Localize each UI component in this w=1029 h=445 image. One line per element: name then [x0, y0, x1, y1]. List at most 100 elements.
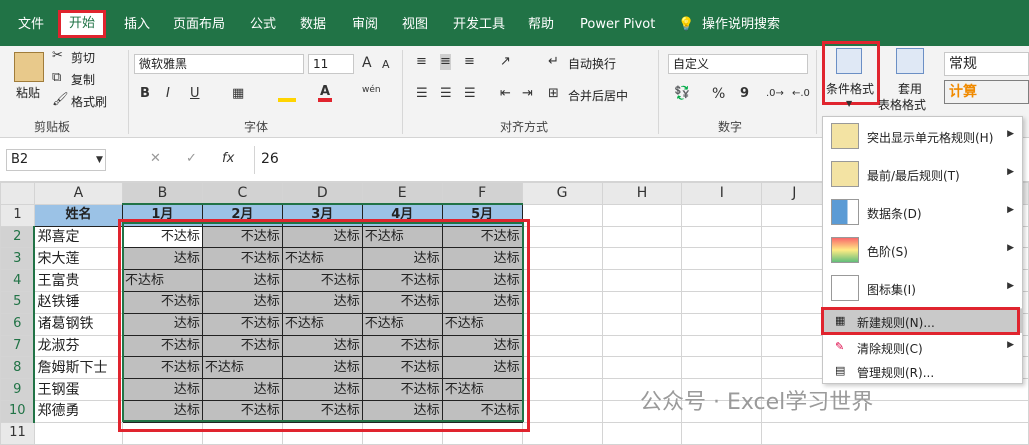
column-header-i[interactable]: I — [681, 182, 763, 205]
column-header-f[interactable]: F — [441, 182, 523, 206]
value-cell[interactable]: 达标 — [281, 334, 363, 358]
bold-button[interactable]: B — [140, 86, 150, 102]
value-cell[interactable]: 不达标 — [441, 225, 523, 249]
tab-data[interactable]: 数据 — [300, 16, 326, 34]
value-cell[interactable]: 达标 — [201, 269, 283, 292]
format-painter-button[interactable]: 格式刷 — [71, 93, 107, 110]
value-cell[interactable]: 不达标 — [201, 225, 283, 249]
value-cell[interactable]: 达标 — [121, 378, 203, 401]
cell[interactable] — [681, 290, 763, 314]
cell[interactable] — [361, 421, 443, 445]
cell[interactable] — [681, 247, 763, 271]
value-cell[interactable]: 达标 — [201, 378, 283, 401]
cell[interactable] — [681, 225, 763, 249]
name-cell[interactable]: 王钢蛋 — [33, 378, 123, 401]
row-header[interactable]: 7 — [0, 334, 36, 358]
row-header[interactable]: 8 — [0, 356, 36, 380]
cell[interactable] — [33, 421, 123, 445]
name-cell[interactable]: 詹姆斯下士 — [33, 356, 123, 380]
value-cell[interactable]: 不达标 — [361, 269, 443, 292]
name-cell[interactable]: 郑喜定 — [33, 225, 123, 249]
cell[interactable] — [681, 334, 763, 358]
tab-file[interactable]: 文件 — [18, 16, 44, 34]
tab-review[interactable]: 审阅 — [352, 16, 378, 34]
cell[interactable] — [681, 269, 763, 292]
column-header-g[interactable]: G — [521, 182, 603, 205]
value-cell[interactable]: 达标 — [361, 399, 443, 423]
cell[interactable] — [601, 225, 683, 249]
value-cell[interactable]: 不达标 — [121, 225, 203, 249]
wrap-text-button[interactable]: 自动换行 — [568, 55, 616, 72]
font-name-select[interactable]: 微软雅黑 — [134, 54, 304, 74]
name-cell[interactable]: 郑德勇 — [33, 399, 123, 423]
font-color-icon[interactable]: A — [318, 84, 332, 102]
cell[interactable] — [521, 334, 603, 358]
header-cell-month[interactable]: 2月 — [201, 203, 283, 227]
tab-power-pivot[interactable]: Power Pivot — [580, 16, 655, 34]
merge-center-button[interactable]: 合并后居中 — [568, 87, 628, 104]
value-cell[interactable]: 不达标 — [121, 334, 203, 358]
column-header-d[interactable]: D — [281, 182, 363, 206]
column-header-b[interactable]: B — [121, 182, 203, 206]
insert-function-button[interactable]: fx — [222, 151, 234, 167]
align-right-icon[interactable]: ☰ — [464, 86, 476, 102]
cell[interactable] — [521, 203, 603, 227]
name-cell[interactable]: 诸葛钢铁 — [33, 312, 123, 336]
align-top-icon[interactable]: ≡ — [416, 54, 427, 70]
grow-font-button[interactable]: A — [362, 55, 372, 71]
shrink-font-button[interactable]: A — [382, 57, 390, 73]
tab-page-layout[interactable]: 页面布局 — [173, 16, 225, 34]
column-header-c[interactable]: C — [201, 182, 283, 206]
style-calculation[interactable]: 计算 — [944, 80, 1029, 104]
cell[interactable] — [521, 312, 603, 336]
value-cell[interactable]: 不达标 — [361, 334, 443, 358]
cell[interactable] — [681, 421, 763, 445]
row-header[interactable]: 1 — [0, 203, 35, 227]
value-cell[interactable]: 不达标 — [281, 312, 363, 336]
decrease-decimal-icon[interactable]: ←.0 — [792, 86, 810, 102]
menu-item-top-bottom-rules[interactable]: 最前/最后规则(T) ▶ — [823, 155, 1022, 193]
value-cell[interactable]: 达标 — [121, 312, 203, 336]
name-cell[interactable]: 宋大莲 — [33, 247, 123, 271]
cell[interactable] — [521, 356, 603, 380]
row-header[interactable]: 6 — [0, 312, 36, 336]
row-header[interactable]: 2 — [0, 225, 36, 249]
name-box[interactable]: B2 — [6, 149, 106, 171]
paste-button[interactable]: 粘贴 — [16, 84, 40, 101]
align-left-icon[interactable]: ☰ — [416, 86, 428, 102]
cell[interactable] — [521, 269, 603, 292]
header-cell-month[interactable]: 4月 — [361, 203, 443, 227]
fill-color-icon[interactable] — [278, 86, 296, 102]
value-cell[interactable]: 达标 — [281, 290, 363, 314]
cell[interactable] — [521, 378, 603, 401]
menu-item-data-bars[interactable]: 数据条(D) ▶ — [823, 193, 1022, 231]
value-cell[interactable]: 不达标 — [121, 356, 203, 380]
value-cell[interactable]: 达标 — [281, 225, 363, 249]
menu-item-icon-sets[interactable]: 图标集(I) ▶ — [823, 269, 1022, 307]
increase-decimal-icon[interactable]: .0→ — [766, 86, 784, 102]
value-cell[interactable]: 达标 — [281, 356, 363, 380]
cell[interactable] — [681, 312, 763, 336]
value-cell[interactable]: 不达标 — [201, 399, 283, 423]
value-cell[interactable]: 不达标 — [361, 290, 443, 314]
cell[interactable] — [521, 421, 603, 445]
menu-item-highlight-rules[interactable]: 突出显示单元格规则(H) ▶ — [823, 117, 1022, 155]
value-cell[interactable]: 不达标 — [361, 356, 443, 380]
value-cell[interactable]: 达标 — [121, 399, 203, 423]
value-cell[interactable]: 不达标 — [361, 378, 443, 401]
value-cell[interactable]: 不达标 — [361, 312, 443, 336]
cell[interactable] — [281, 421, 363, 445]
copy-button[interactable]: 复制 — [71, 71, 95, 88]
row-header[interactable]: 3 — [0, 247, 36, 271]
value-cell[interactable]: 不达标 — [121, 290, 203, 314]
tab-home[interactable]: 开始 — [58, 10, 107, 38]
value-cell[interactable]: 不达标 — [361, 225, 443, 249]
row-header[interactable]: 4 — [0, 269, 36, 292]
cell[interactable] — [201, 421, 283, 445]
cell[interactable] — [761, 421, 1029, 445]
header-cell-month[interactable]: 1月 — [121, 203, 203, 227]
name-cell[interactable]: 赵铁锤 — [33, 290, 123, 314]
value-cell[interactable]: 不达标 — [201, 334, 283, 358]
font-size-select[interactable]: 11 — [308, 54, 354, 74]
tab-help[interactable]: 帮助 — [528, 16, 554, 34]
